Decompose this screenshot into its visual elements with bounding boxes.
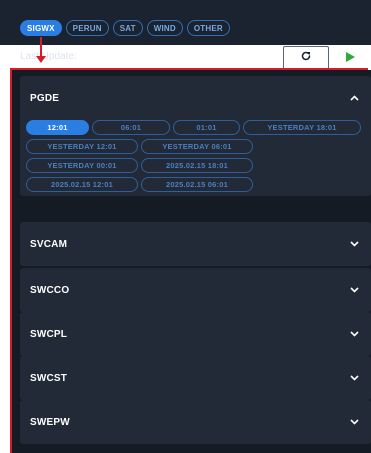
accordion-header-svcam[interactable]: SVCAM <box>20 222 371 266</box>
refresh-icon <box>300 49 312 67</box>
time-option[interactable]: 12:01 <box>26 120 89 135</box>
bulletin-panel: PGDE 12:01 06:01 01:01 YESTERDAY 18:01 Y… <box>12 70 371 453</box>
accordion-title: SWCCO <box>30 284 70 296</box>
time-option[interactable]: 2025.02.15 06:01 <box>141 177 253 192</box>
accordion-header-swcco[interactable]: SWCCO <box>20 268 371 312</box>
tab-sat[interactable]: SAT <box>112 20 143 36</box>
time-option[interactable]: YESTERDAY 18:01 <box>243 120 361 135</box>
tab-other[interactable]: OTHER <box>186 20 230 36</box>
time-option[interactable]: 01:01 <box>173 120 240 135</box>
tab-sigwx[interactable]: SIGWX <box>20 20 62 36</box>
tab-perun[interactable]: PERUN <box>65 20 109 36</box>
accordion-swcpl: SWCPL <box>20 312 371 356</box>
chevron-up-icon <box>350 95 359 101</box>
accordion-swcco: SWCCO <box>20 268 371 312</box>
accordion-header-swcst[interactable]: SWCST <box>20 356 371 400</box>
annotation-arrow-head <box>36 56 46 63</box>
accordion-header-swcpl[interactable]: SWCPL <box>20 312 371 356</box>
accordion-swepw: SWEPW <box>20 400 371 444</box>
time-option[interactable]: YESTERDAY 00:01 <box>26 158 138 173</box>
time-option[interactable]: 2025.02.15 18:01 <box>141 158 253 173</box>
chevron-down-icon <box>350 287 359 293</box>
last-update-label: Last Update: <box>20 51 77 62</box>
accordion-swcst: SWCST <box>20 356 371 400</box>
time-option[interactable]: YESTERDAY 06:01 <box>141 139 253 154</box>
accordion-pgde: PGDE 12:01 06:01 01:01 YESTERDAY 18:01 Y… <box>20 76 371 196</box>
accordion-title: SWCST <box>30 372 68 384</box>
play-icon <box>345 49 355 67</box>
annotation-frame-top <box>10 68 368 70</box>
last-update-value: UTC 17:01:34 <box>80 51 145 62</box>
chevron-down-icon <box>350 375 359 381</box>
time-selector: 12:01 06:01 01:01 YESTERDAY 18:01 YESTER… <box>20 120 371 192</box>
chevron-down-icon <box>350 331 359 337</box>
accordion-svcam: SVCAM <box>20 222 371 266</box>
chevron-down-icon <box>350 419 359 425</box>
source-tabs: SIGWX PERUN SAT WIND OTHER <box>20 20 230 36</box>
accordion-title: SWCPL <box>30 328 68 340</box>
accordion-title: SVCAM <box>30 238 68 250</box>
accordion-title: SWEPW <box>30 416 70 428</box>
refresh-button[interactable] <box>283 46 329 70</box>
time-option[interactable]: 06:01 <box>92 120 170 135</box>
accordion-title: PGDE <box>30 92 60 104</box>
accordion-header-swepw[interactable]: SWEPW <box>20 400 371 444</box>
time-option[interactable]: YESTERDAY 12:01 <box>26 139 138 154</box>
play-button[interactable] <box>338 46 362 70</box>
annotation-frame-left <box>10 68 12 453</box>
accordion-header-pgde[interactable]: PGDE <box>20 76 371 120</box>
chevron-down-icon <box>350 241 359 247</box>
time-option[interactable]: 2025.02.15 12:01 <box>26 177 138 192</box>
tab-wind[interactable]: WIND <box>146 20 183 36</box>
